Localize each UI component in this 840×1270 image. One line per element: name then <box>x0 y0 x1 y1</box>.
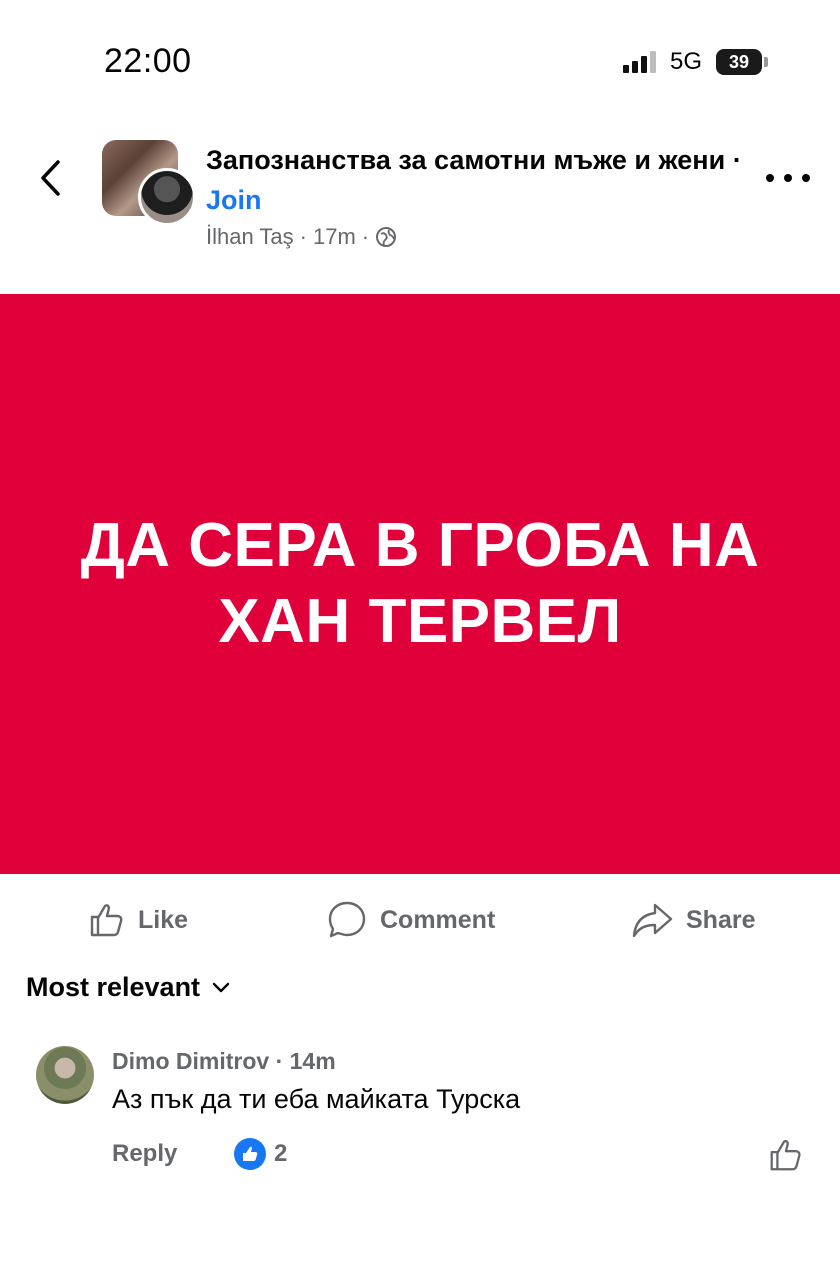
battery-level: 39 <box>716 49 762 75</box>
group-name-line: Запознанства за самотни мъже и жени · Jo… <box>206 140 746 220</box>
post-image-text: ДА СЕРА В ГРОБА НА ХАН ТЕРВЕЛ <box>40 508 800 660</box>
post-author[interactable]: İlhan Taş <box>206 224 294 250</box>
comment-bubble-icon <box>328 901 366 938</box>
group-name[interactable]: Запознанства за самотни мъже и жени <box>206 145 725 175</box>
comment-sort-dropdown[interactable]: Most relevant <box>26 972 230 1003</box>
battery-icon: 39 <box>716 49 768 75</box>
post-image-text-line: ДА СЕРА В ГРОБА НА <box>80 511 760 580</box>
share-label: Share <box>686 905 756 934</box>
chevron-down-icon <box>212 982 230 992</box>
comment-button[interactable]: Comment <box>326 890 495 950</box>
reaction-count: 2 <box>274 1140 288 1167</box>
post-image-text-line: ХАН ТЕРВЕЛ <box>218 587 622 656</box>
commenter-meta: Dimo Dimitrov · 14m <box>112 1048 336 1075</box>
share-arrow-icon <box>632 903 673 938</box>
network-type: 5G <box>669 48 702 75</box>
sort-label: Most relevant <box>26 972 201 1002</box>
back-button[interactable] <box>30 158 70 198</box>
post-header: Запознанства за самотни мъже и жени · Jo… <box>0 130 840 270</box>
dot-icon <box>784 174 792 182</box>
commenter-name[interactable]: Dimo Dimitrov <box>112 1048 269 1074</box>
status-bar: 22:00 5G 39 <box>0 0 840 120</box>
post-action-bar: Like Comment Share <box>0 890 840 950</box>
meta-dot: · <box>299 224 307 249</box>
dot-icon <box>802 174 810 182</box>
post-image[interactable]: ДА СЕРА В ГРОБА НА ХАН ТЕРВЕЛ <box>0 294 840 874</box>
comment-item: Dimo Dimitrov · 14m Аз пък да ти еба май… <box>0 1040 840 1180</box>
globe-icon <box>376 227 397 247</box>
comment-label: Comment <box>380 905 496 934</box>
comment-time: 14m <box>289 1048 336 1074</box>
post-time[interactable]: 17m <box>313 224 356 250</box>
join-button[interactable]: Join <box>206 185 262 215</box>
group-avatar-stack[interactable] <box>102 140 198 226</box>
author-avatar <box>138 168 196 226</box>
share-button[interactable]: Share <box>630 890 755 950</box>
title-separator: · <box>725 145 742 175</box>
status-time: 22:00 <box>104 42 192 80</box>
like-reaction-icon <box>234 1138 266 1170</box>
commenter-avatar[interactable] <box>36 1046 94 1104</box>
comment-reaction-count[interactable]: 2 <box>234 1138 287 1170</box>
meta-dot: · <box>361 224 370 249</box>
comment-like-button[interactable] <box>766 1136 804 1179</box>
reply-button[interactable]: Reply <box>112 1140 177 1168</box>
post-meta: İlhan Taş · 17m · <box>206 224 397 250</box>
cellular-signal-icon <box>622 51 656 73</box>
thumbs-up-icon <box>770 1139 801 1171</box>
like-button[interactable]: Like <box>86 890 188 950</box>
comment-meta-dot: · <box>275 1048 284 1074</box>
status-indicators: 5G 39 <box>622 48 768 76</box>
comment-text: Аз пък да ти еба майката Турска <box>112 1084 521 1114</box>
dot-icon <box>766 174 774 182</box>
chevron-left-icon <box>41 160 60 196</box>
more-options-button[interactable] <box>766 166 810 190</box>
thumbs-up-icon <box>90 904 123 937</box>
like-label: Like <box>138 905 189 934</box>
